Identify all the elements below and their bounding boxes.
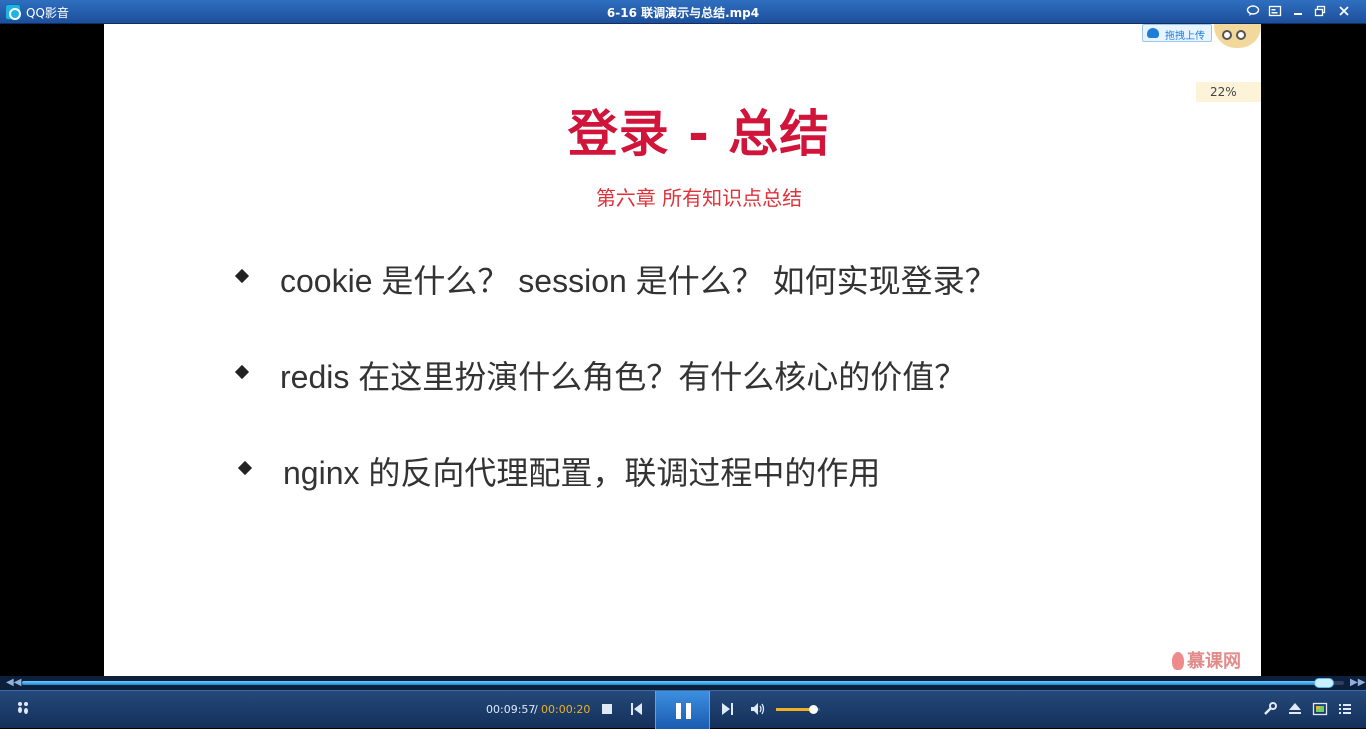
stop-icon[interactable]: [600, 702, 614, 716]
seek-track[interactable]: [22, 678, 1344, 688]
next-icon[interactable]: [719, 702, 735, 716]
seek-fill: [22, 681, 1325, 685]
bullet-text: nginx 的反向代理配置，联调过程中的作用: [283, 455, 881, 491]
slide-frame: 登录 - 总结 第六章 所有知识点总结 cookie 是什么？ session …: [104, 24, 1261, 676]
time-total: 00:00:20: [541, 703, 591, 716]
wrench-icon[interactable]: [1262, 701, 1278, 717]
restore-icon[interactable]: [1312, 4, 1328, 20]
volume-slider[interactable]: [776, 705, 820, 714]
pause-button[interactable]: [655, 691, 710, 729]
time-elapsed: 00:09:57: [486, 703, 536, 716]
mascot-icon: [1214, 24, 1261, 48]
chat-icon[interactable]: [1245, 4, 1261, 20]
bullet-diamond-icon: [234, 364, 250, 380]
close-icon[interactable]: [1336, 4, 1352, 20]
pause-icon: [676, 703, 681, 719]
watermark-text: 慕课网: [1187, 651, 1241, 672]
bullet-diamond-icon: [237, 460, 253, 476]
previous-icon[interactable]: [629, 702, 645, 716]
volume-fill: [776, 708, 814, 711]
bullet-text: redis 在这里扮演什么角色？有什么核心的价值？: [280, 359, 967, 395]
seek-area[interactable]: ◀◀ ▶▶: [0, 676, 1366, 690]
time-separator: /: [534, 703, 538, 716]
cloud-icon: [1147, 28, 1159, 38]
slide-title: 登录 - 总结: [567, 105, 831, 163]
screen-mode-icon[interactable]: [1312, 701, 1328, 717]
window-title: 6-16 联调演示与总结.mp4: [606, 6, 760, 20]
video-area[interactable]: 登录 - 总结 第六章 所有知识点总结 cookie 是什么？ session …: [0, 24, 1366, 676]
eject-icon[interactable]: [1287, 701, 1303, 717]
percent-badge: 22%: [1196, 82, 1261, 102]
bullet-text: cookie 是什么？ session 是什么？ 如何实现登录？: [280, 263, 997, 299]
minimize-icon[interactable]: [1290, 4, 1306, 20]
title-bar[interactable]: QQ影音 6-16 联调演示与总结.mp4: [0, 0, 1366, 24]
flame-icon: [1172, 652, 1184, 670]
footprint-icon[interactable]: [14, 700, 32, 718]
upload-widget[interactable]: 拖拽上传: [1142, 24, 1212, 42]
volume-thumb[interactable]: [809, 705, 819, 714]
control-bar: 00:09:57 / 00:00:20: [0, 690, 1366, 729]
bullet-diamond-icon: [234, 268, 250, 284]
slide-subtitle: 第六章 所有知识点总结: [595, 186, 803, 210]
seek-thumb[interactable]: [1314, 678, 1335, 688]
seek-forward-icon[interactable]: ▶▶: [1350, 677, 1365, 688]
seek-back-icon[interactable]: ◀◀: [6, 677, 21, 688]
playlist-icon[interactable]: [1337, 701, 1353, 717]
upload-label: 拖拽上传: [1165, 31, 1205, 42]
mini-mode-icon[interactable]: [1267, 4, 1283, 20]
percent-text: 22%: [1210, 85, 1237, 99]
volume-icon[interactable]: [749, 701, 767, 717]
watermark: 慕课网: [1172, 647, 1241, 673]
